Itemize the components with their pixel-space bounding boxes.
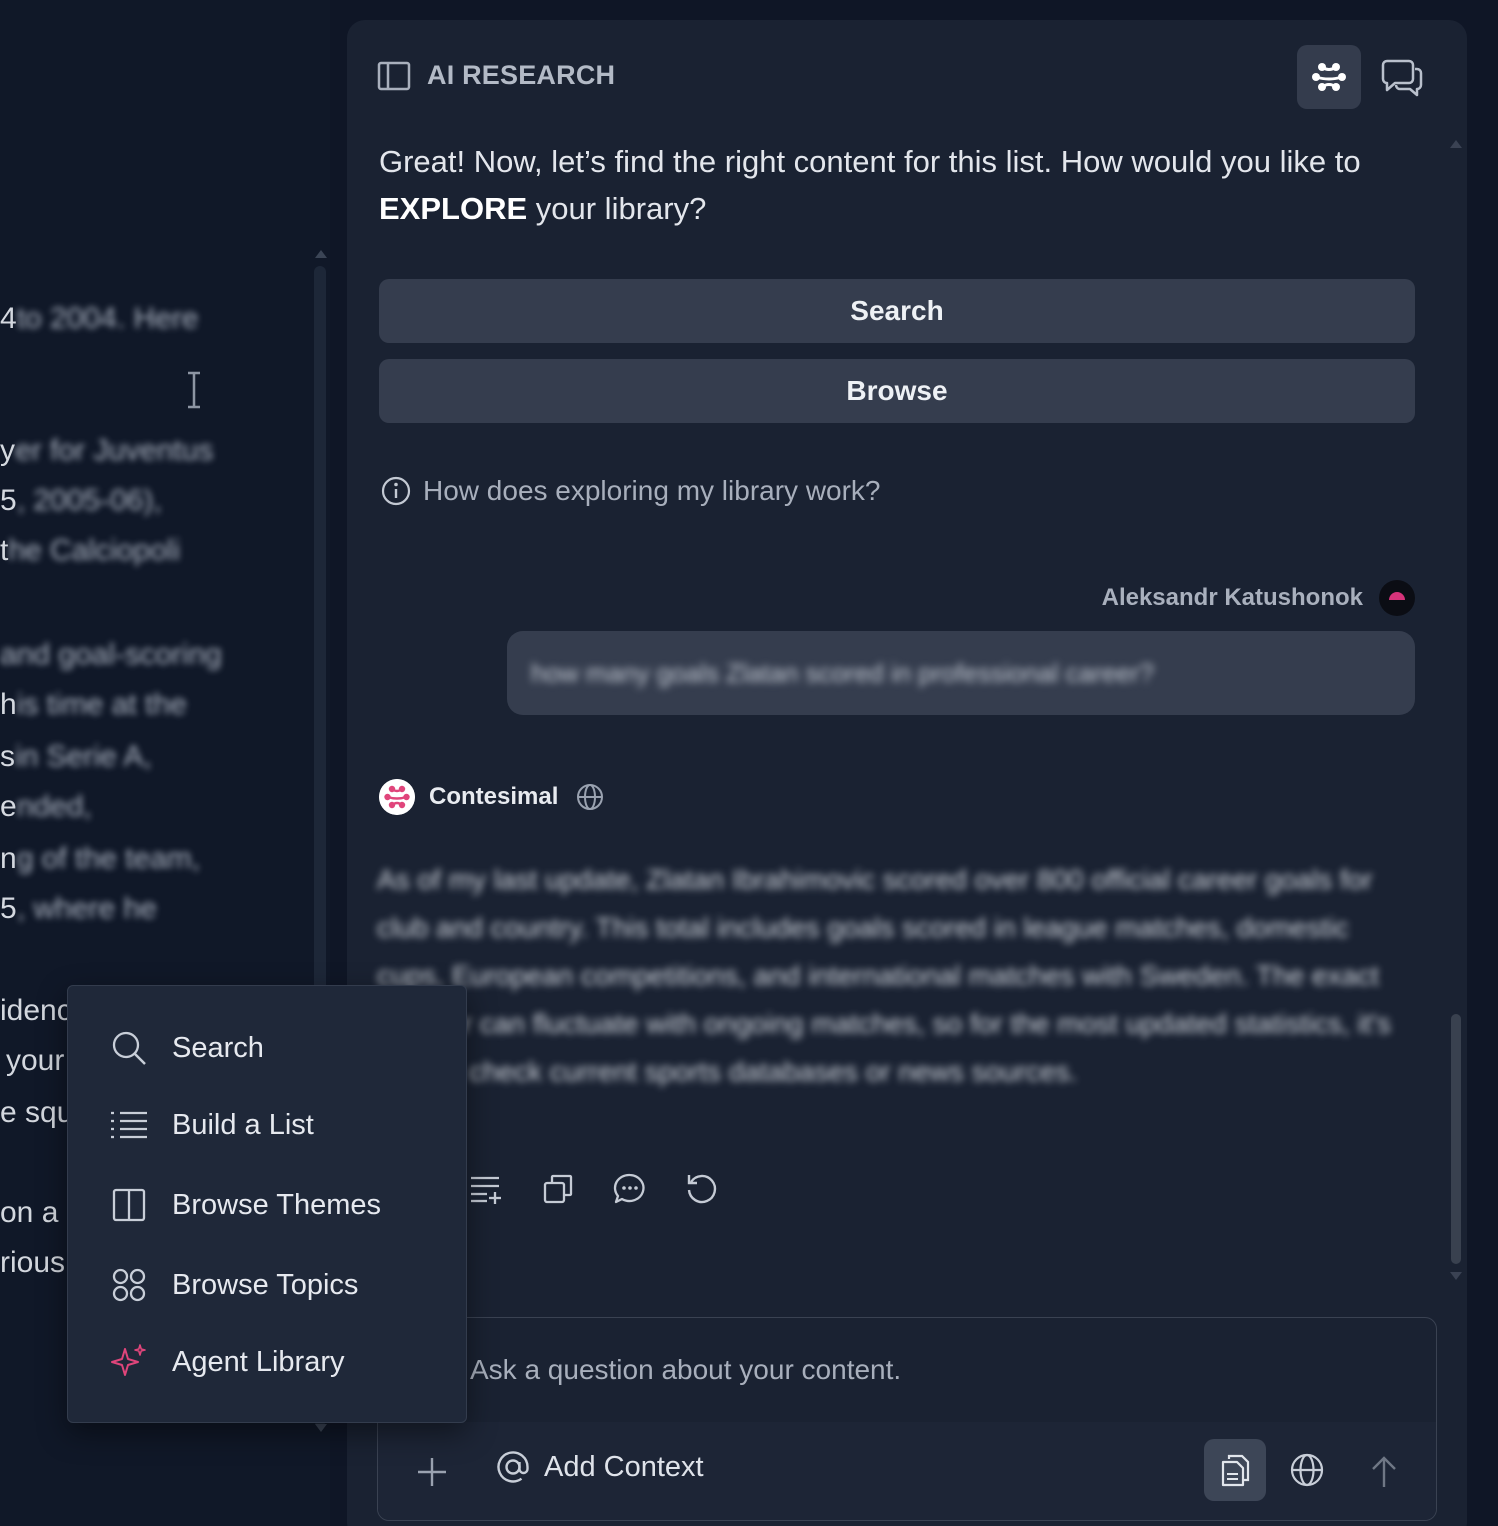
menu-item-browse-topics[interactable]: Browse Topics bbox=[108, 1264, 358, 1306]
doc-line: and goal-scoring bbox=[0, 638, 222, 671]
contesimal-logo-icon bbox=[1312, 63, 1346, 91]
chat-bubbles-icon bbox=[1381, 59, 1423, 97]
ai-research-panel: AI RESEARCH Great! Now, let’s find the r… bbox=[347, 20, 1467, 1526]
documents-icon bbox=[1221, 1454, 1250, 1487]
panel-title: AI RESEARCH bbox=[427, 60, 616, 90]
menu-item-label: Agent Library bbox=[172, 1345, 345, 1378]
attach-button[interactable] bbox=[412, 1452, 452, 1492]
avatar bbox=[1379, 580, 1415, 616]
agent-menu: Search Build a List Browse Themes Browse… bbox=[67, 985, 467, 1423]
doc-line: ng of the team, bbox=[0, 842, 201, 875]
help-link[interactable]: How does exploring my library work? bbox=[381, 475, 881, 507]
refresh-icon bbox=[687, 1174, 717, 1204]
doc-line: 5, where he bbox=[0, 892, 157, 925]
columns-icon bbox=[108, 1184, 150, 1226]
contesimal-avatar-icon bbox=[379, 779, 415, 815]
doc-line: 4to 2004. Here bbox=[0, 302, 199, 335]
list-icon bbox=[108, 1104, 150, 1146]
user-name: Aleksandr Katushonok bbox=[1101, 584, 1363, 611]
copy-icon bbox=[543, 1174, 573, 1204]
comment-button[interactable] bbox=[613, 1172, 647, 1206]
menu-item-agent-library[interactable]: Agent Library bbox=[108, 1341, 345, 1383]
text-cursor-icon bbox=[188, 371, 200, 409]
copy-button[interactable] bbox=[541, 1172, 575, 1206]
arrow-up-icon bbox=[1372, 1456, 1396, 1487]
panel-scroll-down-arrow[interactable] bbox=[1450, 1272, 1462, 1280]
question-input[interactable] bbox=[378, 1318, 1436, 1422]
add-context-button[interactable]: Add Context bbox=[496, 1450, 704, 1484]
regenerate-button[interactable] bbox=[685, 1172, 719, 1206]
user-message-text: how many goals Zlatan scored in professi… bbox=[531, 657, 1154, 688]
intro-message: Great! Now, let’s find the right content… bbox=[379, 144, 1361, 226]
web-source-toggle[interactable] bbox=[1276, 1439, 1338, 1501]
agent-mode-button[interactable] bbox=[1297, 45, 1361, 109]
chat-history-button[interactable] bbox=[1371, 45, 1435, 109]
bot-name: Contesimal bbox=[429, 783, 559, 810]
add-to-list-button[interactable] bbox=[469, 1172, 503, 1206]
menu-item-label: Browse Themes bbox=[172, 1188, 381, 1221]
doc-line: yer for Juventus bbox=[0, 434, 214, 467]
at-sign-icon bbox=[497, 1451, 529, 1483]
search-option-button[interactable]: Search bbox=[379, 279, 1415, 343]
menu-item-search[interactable]: Search bbox=[108, 1027, 264, 1069]
browse-option-button[interactable]: Browse bbox=[379, 359, 1415, 423]
add-context-label: Add Context bbox=[544, 1450, 704, 1483]
panel-scrollbar[interactable] bbox=[1451, 1014, 1461, 1264]
composer-toolbar: Add Context bbox=[378, 1422, 1436, 1520]
doc-line: 5, 2005-06), bbox=[0, 484, 162, 517]
plus-icon bbox=[418, 1458, 446, 1486]
help-link-label: How does exploring my library work? bbox=[423, 475, 881, 506]
search-icon bbox=[108, 1027, 150, 1069]
composer: Add Context bbox=[377, 1317, 1437, 1521]
library-source-toggle[interactable] bbox=[1204, 1439, 1266, 1501]
panel-header: AI RESEARCH bbox=[377, 60, 615, 91]
doc-line: sin Serie A, bbox=[0, 740, 152, 773]
app-window: 4to 2004. Here yer for Juventus 5, 2005-… bbox=[0, 0, 1498, 1526]
doc-line: his time at the bbox=[0, 688, 187, 721]
menu-item-browse-themes[interactable]: Browse Themes bbox=[108, 1184, 381, 1226]
doc-line: the Calciopoli bbox=[0, 534, 181, 567]
user-message-bubble: how many goals Zlatan scored in professi… bbox=[507, 631, 1415, 715]
doc-line: your bbox=[6, 1044, 65, 1077]
menu-item-build-list[interactable]: Build a List bbox=[108, 1104, 314, 1146]
doc-line: on a bbox=[0, 1196, 59, 1229]
user-message-header: Aleksandr Katushonok bbox=[1102, 580, 1415, 616]
message-actions bbox=[469, 1172, 719, 1206]
send-button[interactable] bbox=[1364, 1452, 1404, 1492]
bot-message-text: As of my last update, Zlatan Ibrahimovic… bbox=[377, 864, 1391, 1087]
globe-icon bbox=[1290, 1453, 1324, 1487]
panel-scroll-up-arrow[interactable] bbox=[1450, 140, 1462, 148]
doc-line: ended, bbox=[0, 790, 92, 823]
menu-item-label: Browse Topics bbox=[172, 1268, 359, 1301]
chat-dots-icon bbox=[613, 1173, 645, 1204]
sidebar-toggle-icon[interactable] bbox=[377, 61, 411, 91]
doc-scroll-up-arrow[interactable] bbox=[315, 250, 327, 258]
menu-item-label: Build a List bbox=[172, 1108, 314, 1141]
globe-icon bbox=[577, 784, 604, 810]
grid-circles-icon bbox=[108, 1264, 150, 1306]
menu-item-label: Search bbox=[172, 1031, 264, 1064]
bot-message-header: Contesimal bbox=[379, 779, 604, 815]
doc-line: e squ bbox=[0, 1096, 74, 1129]
sparkle-icon bbox=[108, 1341, 150, 1383]
doc-line: rious bbox=[0, 1246, 66, 1279]
doc-scroll-down-arrow[interactable] bbox=[315, 1424, 327, 1432]
doc-line: idenc bbox=[0, 994, 72, 1027]
list-add-icon bbox=[471, 1176, 501, 1204]
info-icon bbox=[381, 476, 411, 506]
